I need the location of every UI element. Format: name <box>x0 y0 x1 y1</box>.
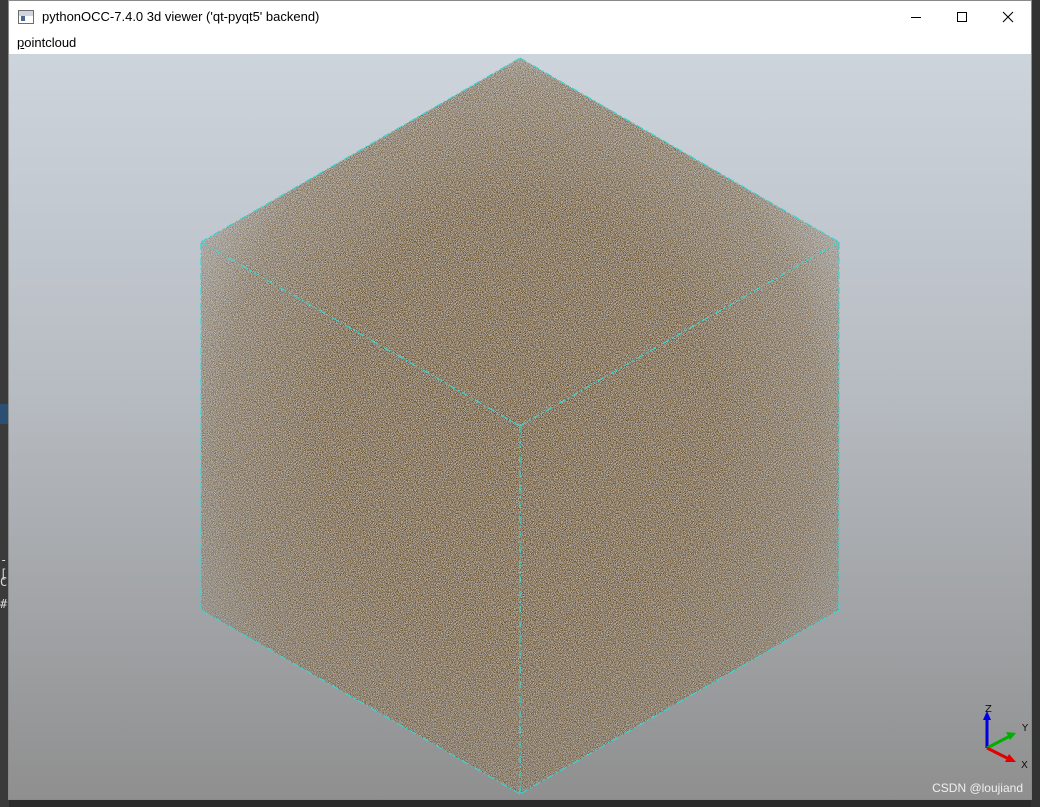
x-axis <box>986 746 1010 761</box>
watermark: CSDN @loujiand <box>932 781 1023 795</box>
y-axis <box>986 734 1011 750</box>
window-controls <box>893 1 1031 32</box>
x-label: X <box>1021 760 1028 769</box>
minimize-icon <box>911 16 921 18</box>
y-label: Y <box>1021 723 1029 734</box>
viewer-window: pythonOCC-7.4.0 3d viewer ('qt-pyqt5' ba… <box>8 0 1032 800</box>
maximize-icon <box>957 11 967 22</box>
title-bar[interactable]: pythonOCC-7.4.0 3d viewer ('qt-pyqt5' ba… <box>9 1 1031 32</box>
maximize-button[interactable] <box>939 1 985 32</box>
app-icon <box>18 9 34 24</box>
close-button[interactable] <box>985 1 1031 32</box>
minimize-button[interactable] <box>893 1 939 32</box>
z-label: Z <box>985 704 992 715</box>
3d-viewport[interactable]: Z Y X CSDN @loujiand <box>9 54 1031 799</box>
window-title: pythonOCC-7.4.0 3d viewer ('qt-pyqt5' ba… <box>42 9 320 24</box>
menu-bar: pointcloud <box>9 32 1031 54</box>
menu-label-rest: ointcloud <box>24 35 77 50</box>
menu-item-pointcloud[interactable]: pointcloud <box>15 35 78 50</box>
axis-triedron: Z Y X <box>983 704 1029 769</box>
close-icon <box>1002 11 1014 22</box>
pointcloud-scene[interactable] <box>9 54 1031 799</box>
background-desktop <box>1031 0 1040 807</box>
